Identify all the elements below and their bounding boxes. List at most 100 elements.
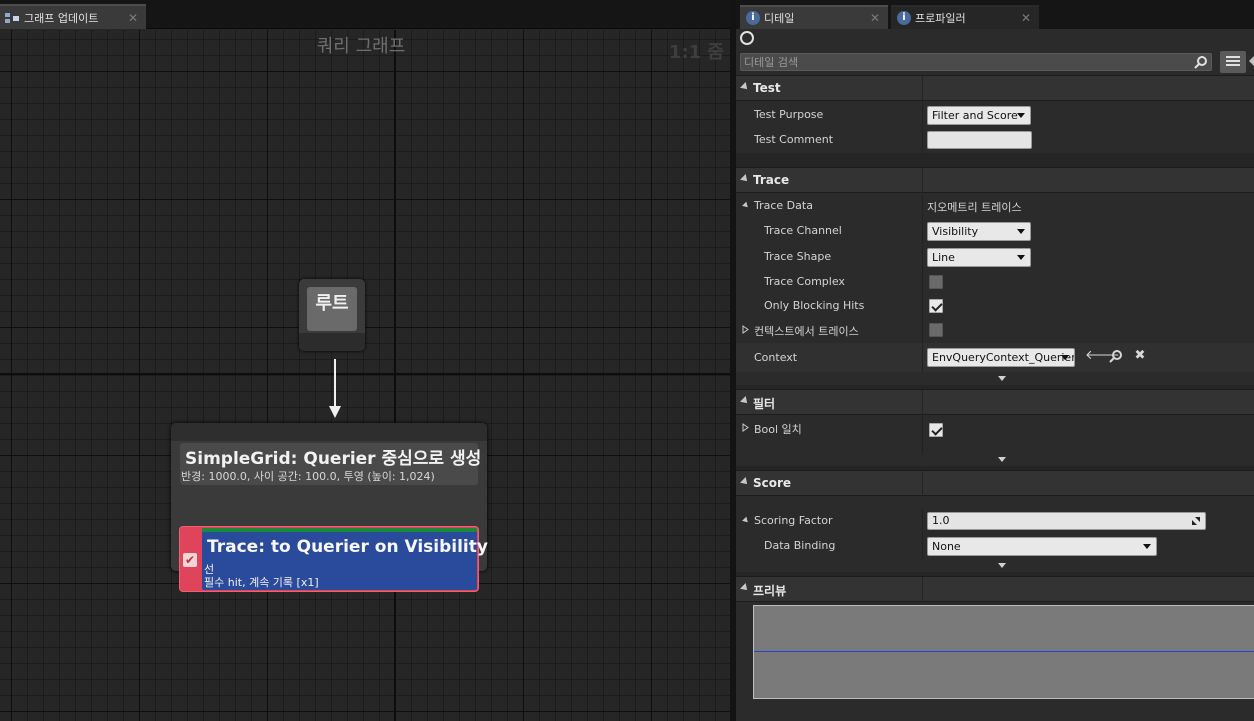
category-trace[interactable]: Trace [736,167,1254,194]
row-only-blocking-hits: Only Blocking Hits [736,294,1254,319]
row-test-purpose: Test Purpose Filter and Score [736,103,1254,128]
close-icon[interactable]: ✕ [1021,11,1031,25]
test-purpose-dropdown[interactable]: Filter and Score [927,106,1031,125]
search-input[interactable] [741,54,1191,70]
context-label: Context [754,351,798,364]
only-blocking-hits-checkbox[interactable] [929,299,943,313]
column-divider [922,294,923,319]
grid-origin-horizontal [0,373,730,375]
column-divider [922,416,923,454]
trace-test-body: Trace: to Querier on Visibility 선 필수 hit… [202,528,488,590]
close-icon[interactable]: ✕ [128,11,138,25]
column-divider [922,509,923,534]
trace-channel-value: Visibility [932,225,979,238]
category-score[interactable]: Score [736,470,1254,497]
grid-origin-vertical [394,30,396,721]
category-filter-label: 필터 [753,397,776,411]
advanced-expander[interactable] [736,374,1254,385]
test-enabled-checkbox[interactable]: ✔ [183,553,197,567]
graph-icon [5,12,19,23]
collapsed-triangle-icon[interactable] [742,423,749,432]
bool-match-checkbox[interactable] [929,423,943,437]
column-divider [922,577,923,603]
root-node-output-pin[interactable] [299,333,365,351]
expand-triangle-icon[interactable] [742,201,750,210]
advanced-expander[interactable] [736,455,1254,466]
resize-icon [1192,517,1200,525]
column-divider [922,390,923,416]
category-preview-label: 프리뷰 [753,584,787,598]
root-node[interactable]: 루트 [299,279,365,351]
clear-icon[interactable]: ✖ [1133,349,1147,363]
details-search[interactable] [740,53,1212,71]
scoring-preview-graph [753,605,1254,699]
column-divider [922,168,923,194]
column-divider [922,534,923,559]
column-divider [922,343,923,372]
context-value: EnvQueryContext_Querier [932,351,1075,364]
category-test[interactable]: Test [736,75,1254,102]
trace-data-value: 지오메트리 트레이스 [927,201,1022,214]
expand-triangle-icon [740,583,750,593]
tab-graph-update[interactable]: 그래프 업데이트 ✕ [0,4,146,29]
advanced-expander[interactable] [736,561,1254,572]
close-icon[interactable]: ✕ [870,11,880,25]
expand-triangle-icon [740,174,750,184]
category-filter[interactable]: 필터 [736,389,1254,416]
context-dropdown[interactable]: EnvQueryContext_Querier [927,348,1075,367]
row-bool-match: Bool 일치 [736,416,1254,454]
expand-triangle-icon [740,396,750,406]
chevron-down-icon [998,376,1006,381]
browse-search-icon[interactable] [1109,349,1123,363]
column-divider [922,194,923,219]
tab-details-label: 디테일 [764,12,795,25]
generator-node[interactable]: SimpleGrid: Querier 중심으로 생성 반경: 1000.0, … [171,423,488,592]
lock-toggle-icon[interactable] [740,31,754,45]
list-icon [1226,56,1240,68]
collapse-arrow-icon[interactable] [1249,56,1254,66]
trace-test-node[interactable]: ✔ Trace: to Querier on Visibility 선 필수 h… [179,526,488,592]
info-icon: i [746,11,760,25]
data-binding-dropdown[interactable]: None [927,537,1157,556]
trace-complex-checkbox[interactable] [929,275,943,289]
tab-details[interactable]: i 디테일 ✕ [740,5,888,29]
test-comment-label: Test Comment [754,133,834,146]
expand-triangle-icon[interactable] [742,516,750,525]
chevron-down-icon [1061,355,1069,360]
data-binding-label: Data Binding [764,539,836,552]
chevron-down-icon [998,563,1006,568]
trace-test-details: 필수 hit, 계속 기록 [x1] [204,576,319,589]
chevron-down-icon [1017,113,1025,118]
row-trace-channel: Trace Channel Visibility [736,219,1254,244]
tab-graph-update-label: 그래프 업데이트 [24,11,99,25]
trace-channel-dropdown[interactable]: Visibility [927,222,1031,241]
column-divider [922,76,923,102]
generator-node-subtitle: 반경: 1000.0, 사이 공간: 100.0, 투영 (높이: 1,024) [181,470,435,483]
preview-curve [754,651,1254,652]
bool-match-label: Bool 일치 [754,423,802,436]
collapsed-triangle-icon[interactable] [742,325,749,334]
generator-node-input-pin[interactable] [171,423,487,441]
trace-from-context-checkbox[interactable] [929,323,943,337]
chevron-down-icon [1017,255,1025,260]
column-divider [922,471,923,497]
category-trace-label: Trace [753,173,790,187]
row-scoring-factor: Scoring Factor 1.0 [736,509,1254,534]
scoring-factor-value: 1.0 [932,514,950,527]
category-score-label: Score [753,476,792,490]
graph-canvas[interactable]: 쿼리 그래프 1:1 줌 루트 SimpleGrid: Querier 중심으로… [0,30,730,721]
category-preview[interactable]: 프리뷰 [736,576,1254,603]
trace-shape-dropdown[interactable]: Line [927,248,1031,267]
category-test-label: Test [753,81,781,95]
column-divider [922,245,923,270]
arrow-left-icon[interactable]: 🡐 [1085,349,1120,363]
trace-shape-label: Trace Shape [764,250,832,263]
scoring-factor-label: Scoring Factor [754,514,833,527]
scoring-factor-field[interactable]: 1.0 [927,512,1206,530]
view-options-button[interactable] [1220,51,1246,73]
trace-shape-value: Line [932,251,955,264]
test-comment-field[interactable] [927,131,1032,149]
tab-profiler[interactable]: i 프로파일러 ✕ [891,5,1039,29]
chevron-down-icon [998,457,1006,462]
row-test-comment: Test Comment [736,128,1254,153]
